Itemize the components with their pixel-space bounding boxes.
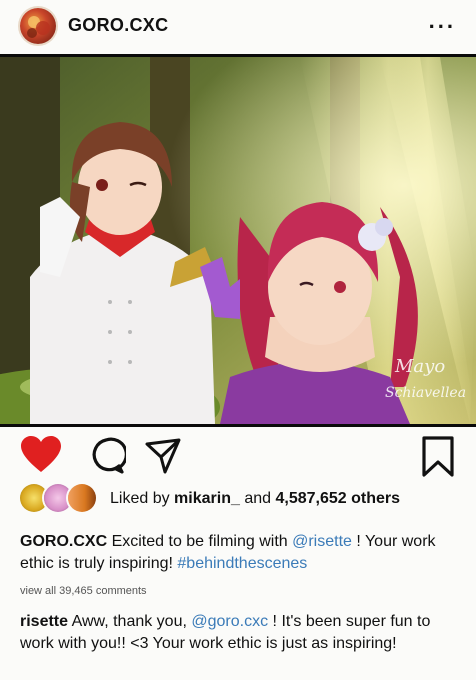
artist-signature: Mayo xyxy=(394,356,445,377)
comment-mention[interactable]: @goro.cxc xyxy=(191,613,268,630)
caption-mention[interactable]: @risette xyxy=(292,533,352,550)
post-illustration: Mayo Schiavellea xyxy=(0,57,476,424)
comment-item: risette Aww, thank you, @goro.cxc ! It's… xyxy=(20,611,465,655)
likes-text: Liked by mikarin_ and 4,587,652 others xyxy=(110,490,400,508)
likes-summary[interactable]: Liked by mikarin_ and 4,587,652 others xyxy=(20,484,460,514)
more-options-icon[interactable]: ... xyxy=(429,10,456,32)
caption-username[interactable]: GORO.CXC xyxy=(20,533,107,550)
like-heart-icon[interactable] xyxy=(20,436,62,479)
post-actions xyxy=(0,430,476,480)
liker-avatar xyxy=(68,484,96,512)
likes-prefix: Liked by xyxy=(110,490,170,507)
comment-username[interactable]: risette xyxy=(20,613,68,630)
post-image[interactable]: Mayo Schiavellea xyxy=(0,54,476,427)
view-all-comments-link[interactable]: view all 39,465 comments xyxy=(20,585,147,597)
likes-middle: and xyxy=(244,490,272,507)
comment-bubble-icon[interactable] xyxy=(86,436,128,481)
post-header: GORO.CXC ... xyxy=(0,0,476,54)
profile-username[interactable]: GORO.CXC xyxy=(68,15,168,36)
likes-count[interactable]: 4,587,652 others xyxy=(275,490,400,507)
caption-hashtag[interactable]: #behindthescenes xyxy=(177,555,307,572)
profile-avatar[interactable] xyxy=(20,8,56,44)
likes-user[interactable]: mikarin_ xyxy=(174,490,240,507)
liker-avatars xyxy=(20,484,100,512)
caption-text-1: Excited to be filming with xyxy=(111,533,288,550)
share-send-icon[interactable] xyxy=(143,436,183,481)
comment-text-1: Aww, thank you, xyxy=(71,613,187,630)
post-caption: GORO.CXC Excited to be filming with @ris… xyxy=(20,531,460,575)
svg-text:Schiavellea: Schiavellea xyxy=(385,385,466,401)
save-bookmark-icon[interactable] xyxy=(420,435,456,484)
